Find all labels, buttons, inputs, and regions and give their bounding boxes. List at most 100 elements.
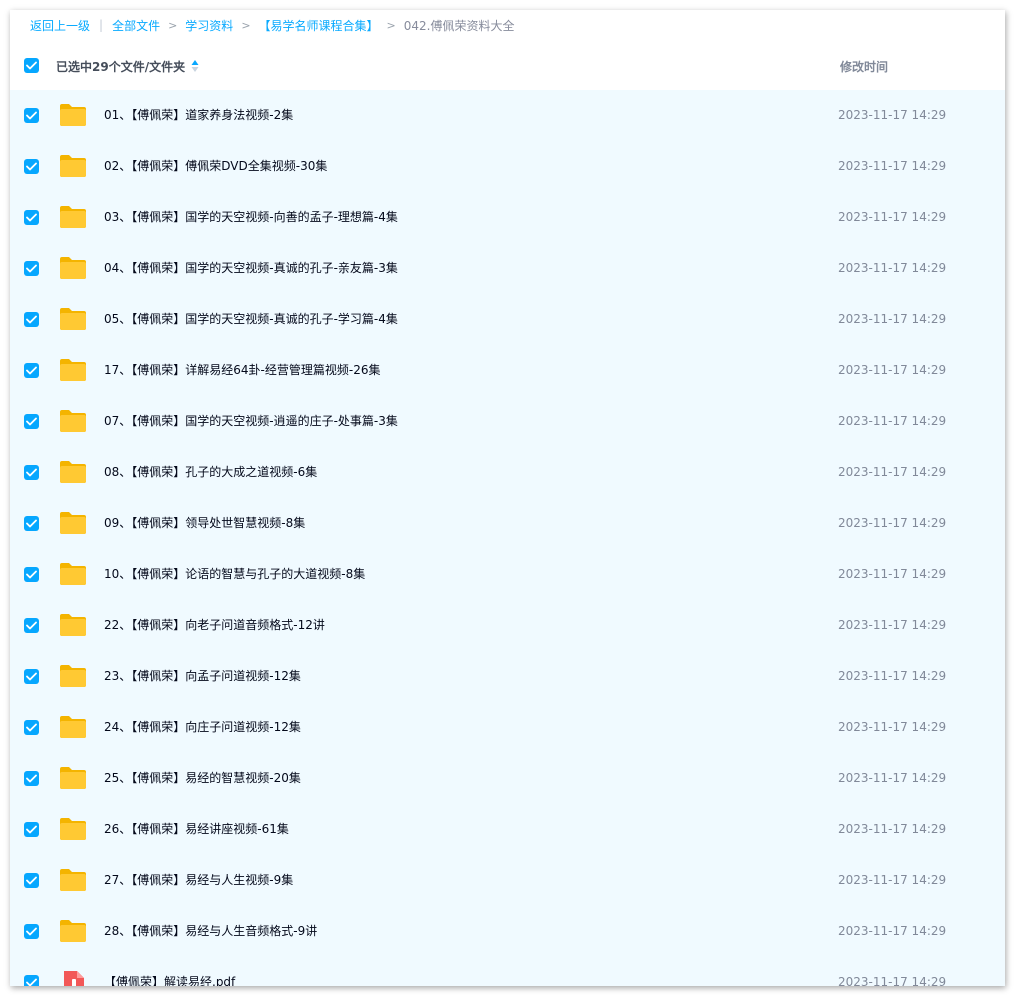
file-name[interactable]: 26、【傅佩荣】易经讲座视频-61集: [104, 804, 289, 855]
file-row[interactable]: 25、【傅佩荣】易经的智慧视频-20集 2023-11-17 14:29: [10, 753, 1005, 804]
check-icon: [26, 468, 37, 477]
file-name[interactable]: 04、【傅佩荣】国学的天空视频-真诚的孔子-亲友篇-3集: [104, 243, 398, 294]
folder-icon: [59, 460, 87, 488]
row-checkbox[interactable]: [24, 669, 39, 684]
file-row[interactable]: 03、【傅佩荣】国学的天空视频-向善的孟子-理想篇-4集 2023-11-17 1…: [10, 192, 1005, 243]
file-list: 01、【傅佩荣】道家养身法视频-2集 2023-11-17 14:29 02、【傅佩…: [10, 90, 1005, 986]
file-name[interactable]: 10、【傅佩荣】论语的智慧与孔子的大道视频-8集: [104, 549, 365, 600]
check-icon: [26, 621, 37, 630]
file-name[interactable]: 05、【傅佩荣】国学的天空视频-真诚的孔子-学习篇-4集: [104, 294, 398, 345]
file-row[interactable]: 24、【傅佩荣】向庄子问道视频-12集 2023-11-17 14:29: [10, 702, 1005, 753]
folder-icon: [59, 307, 87, 335]
folder-icon: [59, 562, 87, 590]
list-header: 已选中29个文件/文件夹 修改时间: [10, 44, 1005, 88]
row-checkbox[interactable]: [24, 414, 39, 429]
file-row[interactable]: 【傅佩荣】解读易经.pdf 2023-11-17 14:29: [10, 957, 1005, 986]
check-icon: [26, 366, 37, 375]
row-checkbox[interactable]: [24, 159, 39, 174]
row-checkbox[interactable]: [24, 516, 39, 531]
folder-icon: [59, 409, 87, 437]
row-checkbox[interactable]: [24, 210, 39, 225]
check-icon: [26, 672, 37, 681]
row-checkbox[interactable]: [24, 312, 39, 327]
modified-time: 2023-11-17 14:29: [838, 771, 947, 785]
breadcrumb: 返回上一级 | 全部文件 > 学习资料 > 【易学名师课程合集】 > 042.傅…: [30, 14, 515, 36]
file-row[interactable]: 22、【傅佩荣】向老子问道音频格式-12讲 2023-11-17 14:29: [10, 600, 1005, 651]
file-name[interactable]: 03、【傅佩荣】国学的天空视频-向善的孟子-理想篇-4集: [104, 192, 398, 243]
file-name[interactable]: 27、【傅佩荣】易经与人生视频-9集: [104, 855, 293, 906]
file-name[interactable]: 07、【傅佩荣】国学的天空视频-逍遥的庄子-处事篇-3集: [104, 396, 398, 447]
modified-time: 2023-11-17 14:29: [838, 822, 947, 836]
folder-icon: [59, 358, 87, 386]
file-row[interactable]: 05、【傅佩荣】国学的天空视频-真诚的孔子-学习篇-4集 2023-11-17 1…: [10, 294, 1005, 345]
row-checkbox[interactable]: [24, 975, 39, 986]
file-browser-panel: 返回上一级 | 全部文件 > 学习资料 > 【易学名师课程合集】 > 042.傅…: [10, 10, 1005, 986]
file-name[interactable]: 08、【傅佩荣】孔子的大成之道视频-6集: [104, 447, 317, 498]
sort-icon[interactable]: [191, 59, 199, 73]
select-all-checkbox[interactable]: [24, 58, 39, 73]
modified-time-header[interactable]: 修改时间: [840, 58, 888, 75]
row-checkbox[interactable]: [24, 720, 39, 735]
file-row[interactable]: 10、【傅佩荣】论语的智慧与孔子的大道视频-8集 2023-11-17 14:29: [10, 549, 1005, 600]
breadcrumb-all-files[interactable]: 全部文件: [112, 17, 160, 34]
file-row[interactable]: 02、【傅佩荣】傅佩荣DVD全集视频-30集 2023-11-17 14:29: [10, 141, 1005, 192]
row-checkbox[interactable]: [24, 363, 39, 378]
modified-time: 2023-11-17 14:29: [838, 108, 947, 122]
row-checkbox[interactable]: [24, 618, 39, 633]
check-icon: [26, 315, 37, 324]
folder-icon: [59, 103, 87, 131]
modified-time: 2023-11-17 14:29: [838, 159, 947, 173]
file-name[interactable]: 02、【傅佩荣】傅佩荣DVD全集视频-30集: [104, 141, 327, 192]
file-name[interactable]: 22、【傅佩荣】向老子问道音频格式-12讲: [104, 600, 325, 651]
file-name[interactable]: 01、【傅佩荣】道家养身法视频-2集: [104, 90, 293, 141]
file-row[interactable]: 28、【傅佩荣】易经与人生音频格式-9讲 2023-11-17 14:29: [10, 906, 1005, 957]
breadcrumb-current: 042.傅佩荣资料大全: [403, 18, 515, 33]
file-row[interactable]: 07、【傅佩荣】国学的天空视频-逍遥的庄子-处事篇-3集 2023-11-17 1…: [10, 396, 1005, 447]
folder-icon: [59, 919, 87, 947]
file-row[interactable]: 27、【傅佩荣】易经与人生视频-9集 2023-11-17 14:29: [10, 855, 1005, 906]
row-checkbox[interactable]: [24, 261, 39, 276]
row-checkbox[interactable]: [24, 567, 39, 582]
file-row[interactable]: 01、【傅佩荣】道家养身法视频-2集 2023-11-17 14:29: [10, 90, 1005, 141]
check-icon: [26, 876, 37, 885]
breadcrumb-study-materials[interactable]: 学习资料: [185, 17, 233, 34]
folder-icon: [59, 256, 87, 284]
file-name[interactable]: 25、【傅佩荣】易经的智慧视频-20集: [104, 753, 301, 804]
check-icon: [26, 61, 37, 70]
row-checkbox[interactable]: [24, 873, 39, 888]
file-row[interactable]: 04、【傅佩荣】国学的天空视频-真诚的孔子-亲友篇-3集 2023-11-17 1…: [10, 243, 1005, 294]
check-icon: [26, 213, 37, 222]
check-icon: [26, 723, 37, 732]
modified-time: 2023-11-17 14:29: [838, 975, 947, 986]
check-icon: [26, 570, 37, 579]
check-icon: [26, 519, 37, 528]
file-name[interactable]: 23、【傅佩荣】向孟子问道视频-12集: [104, 651, 301, 702]
pdf-icon: [59, 970, 87, 986]
check-icon: [26, 111, 37, 120]
folder-icon: [59, 205, 87, 233]
file-row[interactable]: 08、【傅佩荣】孔子的大成之道视频-6集 2023-11-17 14:29: [10, 447, 1005, 498]
file-row[interactable]: 26、【傅佩荣】易经讲座视频-61集 2023-11-17 14:29: [10, 804, 1005, 855]
file-name[interactable]: 24、【傅佩荣】向庄子问道视频-12集: [104, 702, 301, 753]
breadcrumb-divider: |: [99, 18, 104, 32]
chevron-right-icon: >: [241, 18, 251, 32]
file-name[interactable]: 17、【傅佩荣】详解易经64卦-经营管理篇视频-26集: [104, 345, 380, 396]
file-name[interactable]: 28、【傅佩荣】易经与人生音频格式-9讲: [104, 906, 317, 957]
row-checkbox[interactable]: [24, 924, 39, 939]
modified-time: 2023-11-17 14:29: [838, 465, 947, 479]
file-row[interactable]: 09、【傅佩荣】领导处世智慧视频-8集 2023-11-17 14:29: [10, 498, 1005, 549]
modified-time: 2023-11-17 14:29: [838, 567, 947, 581]
back-link[interactable]: 返回上一级: [30, 17, 90, 34]
row-checkbox[interactable]: [24, 822, 39, 837]
file-row[interactable]: 17、【傅佩荣】详解易经64卦-经营管理篇视频-26集 2023-11-17 14…: [10, 345, 1005, 396]
file-row[interactable]: 23、【傅佩荣】向孟子问道视频-12集 2023-11-17 14:29: [10, 651, 1005, 702]
check-icon: [26, 978, 37, 986]
row-checkbox[interactable]: [24, 108, 39, 123]
breadcrumb-course-collection[interactable]: 【易学名师课程合集】: [259, 17, 379, 34]
folder-icon: [59, 154, 87, 182]
chevron-right-icon: >: [386, 18, 396, 32]
row-checkbox[interactable]: [24, 771, 39, 786]
file-name[interactable]: 09、【傅佩荣】领导处世智慧视频-8集: [104, 498, 305, 549]
row-checkbox[interactable]: [24, 465, 39, 480]
file-name[interactable]: 【傅佩荣】解读易经.pdf: [104, 957, 235, 986]
